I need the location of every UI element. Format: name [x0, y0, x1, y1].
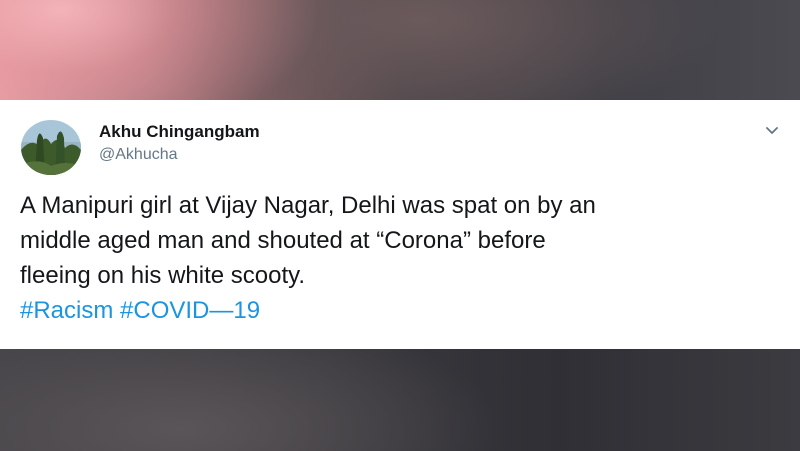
author-name[interactable]: Akhu Chingangbam — [99, 122, 260, 142]
hashtag-row: #Racism #COVID—19 — [20, 293, 260, 328]
avatar[interactable] — [21, 120, 81, 175]
hashtag-covid19-link[interactable]: #COVID—19 — [120, 297, 260, 324]
tweet-text-line: fleeing on his white scooty. — [20, 262, 306, 289]
tweet-text: A Manipuri girl at Vijay Nagar, Delhi wa… — [20, 188, 790, 293]
background-photo-top — [0, 0, 800, 100]
author-handle[interactable]: @Akhucha — [99, 146, 178, 164]
background-photo-bottom — [0, 349, 800, 451]
hashtag-racism-link[interactable]: #Racism — [20, 297, 113, 324]
tweet-text-line: middle aged man and shouted at “Corona” … — [20, 227, 546, 254]
chevron-down-icon[interactable] — [764, 124, 780, 136]
avatar-image — [21, 120, 81, 175]
tweet-text-line: A Manipuri girl at Vijay Nagar, Delhi wa… — [20, 192, 596, 219]
